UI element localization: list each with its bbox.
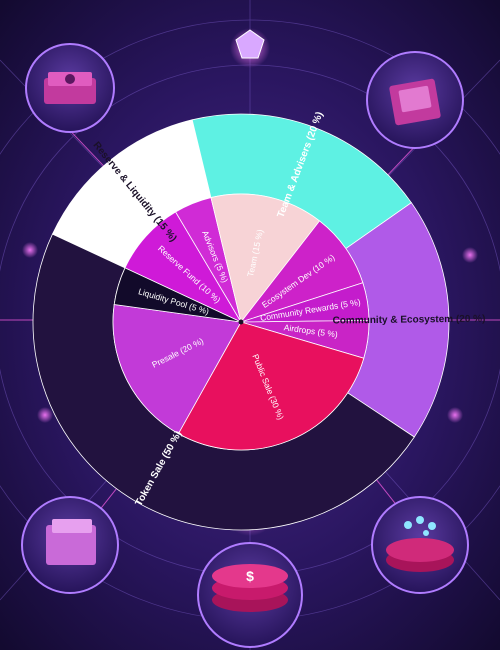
sunburst-chart: Reserve & Liquidity (15 %) Team & Adviser… <box>32 110 486 531</box>
outer-label-community-ecosystem-20: Community & Ecosystem (20 %) <box>333 314 486 327</box>
center-dot <box>238 319 244 325</box>
